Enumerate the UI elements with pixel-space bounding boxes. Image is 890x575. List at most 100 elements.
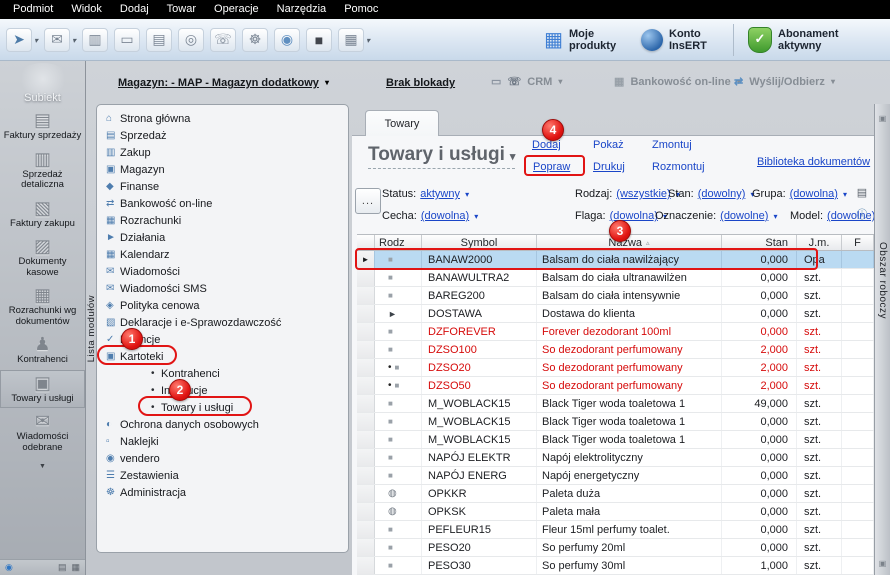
table-row[interactable]: ■ M_WOBLACK15 Black Tiger woda toaletowa… <box>357 395 874 413</box>
crm-menu[interactable]: CRM <box>491 75 562 88</box>
nav-item[interactable]: ▧ Deklaracje i e-Sprawozdawczość <box>97 314 348 331</box>
menu-item[interactable]: Widok <box>62 0 111 19</box>
nav-item[interactable]: ☰ Zestawienia <box>97 467 348 484</box>
table-row[interactable]: ◍ OPKSK Paleta mała 0,000 szt. <box>357 503 874 521</box>
toolbar-button[interactable]: ➤ <box>6 28 38 52</box>
table-row[interactable]: ■ M_WOBLACK15 Black Tiger woda toaletowa… <box>357 431 874 449</box>
nav-item[interactable]: ✓ Licencje <box>97 331 348 348</box>
nav-item[interactable]: ✉ Wiadomości SMS <box>97 280 348 297</box>
nav-item[interactable]: ⇄ Bankowość on-line <box>97 195 348 212</box>
toolbar-button[interactable]: ▤ <box>146 28 172 52</box>
biblioteka-dokumentow-link[interactable]: Biblioteka dokumentów <box>757 156 870 168</box>
messages-shortcut-icon[interactable] <box>58 562 67 573</box>
popraw-link[interactable]: Popraw <box>533 161 570 173</box>
lista-modulow-tab[interactable]: Lista modułów <box>85 286 97 372</box>
module-button[interactable]: ✉ Wiadomości odebrane <box>0 408 85 457</box>
toolbar-button[interactable]: ▦ <box>338 28 370 52</box>
toolbar-button[interactable]: ☸ <box>242 28 268 52</box>
module-button[interactable]: ♟ Kontrahenci <box>0 331 85 370</box>
table-row[interactable]: ■ M_WOBLACK15 Black Tiger woda toaletowa… <box>357 413 874 431</box>
nav-item[interactable]: ▣ Kartoteki <box>97 348 348 365</box>
table-row[interactable]: ■ PESO30 So perfumy 30ml 1,000 szt. <box>357 557 874 575</box>
nav-item[interactable]: ▥ Zakup <box>97 144 348 161</box>
table-row[interactable]: ■ BANAW2000 Balsam do ciała nawilżający … <box>357 251 874 269</box>
toolbar-button[interactable]: ✉ <box>44 28 76 52</box>
zmontuj-link[interactable]: Zmontuj <box>652 139 692 151</box>
nav-item[interactable]: ◆ Finanse <box>97 178 348 195</box>
filter-control[interactable]: Flaga:(dowolna) <box>575 210 667 222</box>
monitor-shortcut-icon[interactable] <box>71 562 80 573</box>
menu-item[interactable]: Towar <box>158 0 205 19</box>
nav-item[interactable]: • Instytucje <box>97 382 348 399</box>
toolbar-button[interactable]: ▭ <box>114 28 140 52</box>
menu-item[interactable]: Dodaj <box>111 0 158 19</box>
konto-insert-button[interactable]: Konto InsERT <box>641 28 719 52</box>
table-row[interactable]: ► DOSTAWA Dostawa do klienta 0,000 szt. <box>357 305 874 323</box>
moje-produkty-button[interactable]: Moje produkty <box>544 27 619 52</box>
column-header-nazwa[interactable]: Nazwa <box>537 235 722 250</box>
filter-control[interactable]: Cecha:(dowolna) <box>382 210 478 222</box>
nav-item[interactable]: ◉ vendero <box>97 450 348 467</box>
table-row[interactable]: ■ PEFLEUR15 Fleur 15ml perfumy toalet. 0… <box>357 521 874 539</box>
nav-item[interactable]: ▦ Kalendarz <box>97 246 348 263</box>
table-row[interactable]: ■ DZSO100 So dezodorant perfumowany 2,00… <box>357 341 874 359</box>
nav-item[interactable]: ► Działania <box>97 229 348 246</box>
column-header-jm[interactable]: J.m. <box>797 235 842 250</box>
table-row[interactable]: ■ NAPÓJ ENERG Napój energetyczny 0,000 s… <box>357 467 874 485</box>
wyslij-odbierz-menu[interactable]: Wyślij/Odbierz <box>734 75 835 88</box>
brak-blokady-link[interactable]: Brak blokady <box>386 77 455 89</box>
nav-item[interactable]: • Towary i usługi <box>97 399 348 416</box>
table-row[interactable]: ■ DZSO20 So dezodorant perfumowany 2,000… <box>357 359 874 377</box>
table-row[interactable]: ■ DZFOREVER Forever dezodorant 100ml 0,0… <box>357 323 874 341</box>
toolbar-button[interactable]: ☏ <box>210 28 236 52</box>
status-sphere-icon[interactable] <box>5 562 13 573</box>
table-row[interactable]: ■ BAREG200 Balsam do ciała intensywnie 0… <box>357 287 874 305</box>
nav-item[interactable]: ✉ Wiadomości <box>97 263 348 280</box>
nav-item[interactable]: ▫ Naklejki <box>97 433 348 450</box>
info-icon[interactable] <box>852 206 872 222</box>
abonament-status[interactable]: Abonament aktywny <box>748 27 880 53</box>
module-button[interactable]: ▨ Dokumenty kasowe <box>0 233 85 282</box>
page-title[interactable]: Towary i usługi <box>368 144 515 169</box>
nav-item[interactable]: ▦ Rozrachunki <box>97 212 348 229</box>
column-header-f[interactable]: F <box>842 235 874 250</box>
drukuj-link[interactable]: Drukuj <box>593 161 625 173</box>
bankowosc-menu[interactable]: Bankowość on-line <box>614 75 741 88</box>
column-header-rodz[interactable]: Rodz <box>375 235 422 250</box>
module-button[interactable]: ▦ Rozrachunki wg dokumentów <box>0 282 85 331</box>
module-button[interactable]: ▥ Sprzedaż detaliczna <box>0 146 85 195</box>
nav-item[interactable]: • Kontrahenci <box>97 365 348 382</box>
nav-item[interactable]: ▣ Magazyn <box>97 161 348 178</box>
obszar-roboczy-tab[interactable]: Obszar roboczy <box>874 104 890 575</box>
column-header-symbol[interactable]: Symbol <box>422 235 537 250</box>
magazyn-selector[interactable]: Magazyn: - MAP - Magazyn dodatkowy <box>118 77 329 89</box>
table-row[interactable]: ■ BANAWULTRA2 Balsam do ciała ultranawil… <box>357 269 874 287</box>
filter-control[interactable]: Grupa:(dowolna) <box>752 188 847 200</box>
menu-item[interactable]: Podmiot <box>4 0 62 19</box>
module-button[interactable]: ▧ Faktury zakupu <box>0 195 85 234</box>
table-row[interactable]: ◍ OPKKR Paleta duża 0,000 szt. <box>357 485 874 503</box>
nav-item[interactable]: ⌂ Strona główna <box>97 110 348 127</box>
toolbar-button[interactable]: ◉ <box>274 28 300 52</box>
filter-control[interactable]: Rodzaj:(wszystkie) <box>575 188 680 200</box>
rozmontuj-link[interactable]: Rozmontuj <box>652 161 705 173</box>
table-row[interactable]: ■ PESO20 So perfumy 20ml 0,000 szt. <box>357 539 874 557</box>
toolbar-button[interactable]: ◎ <box>178 28 204 52</box>
filter-control[interactable]: Stan:(dowolny) <box>668 188 754 200</box>
filter-control[interactable]: Oznaczenie:(dowolne) <box>655 210 778 222</box>
column-header-stan[interactable]: Stan <box>722 235 797 250</box>
nav-item[interactable]: ◐ Ochrona danych osobowych <box>97 416 348 433</box>
nav-item[interactable]: ▤ Sprzedaż <box>97 127 348 144</box>
nav-item[interactable]: ☸ Administracja <box>97 484 348 501</box>
module-button[interactable]: ▣ Towary i usługi <box>0 370 85 409</box>
list-view-icon[interactable] <box>852 186 872 199</box>
pokaz-link[interactable]: Pokaż <box>593 139 624 151</box>
toolbar-button[interactable]: ▥ <box>82 28 108 52</box>
module-rail-more-button[interactable] <box>0 457 85 471</box>
toolbar-button[interactable]: ■ <box>306 28 332 52</box>
menu-item[interactable]: Pomoc <box>335 0 387 19</box>
menu-item[interactable]: Operacje <box>205 0 268 19</box>
menu-item[interactable]: Narzędzia <box>268 0 336 19</box>
tab-towary[interactable]: Towary <box>365 110 439 136</box>
module-button[interactable]: ▤ Faktury sprzedaży <box>0 107 85 146</box>
